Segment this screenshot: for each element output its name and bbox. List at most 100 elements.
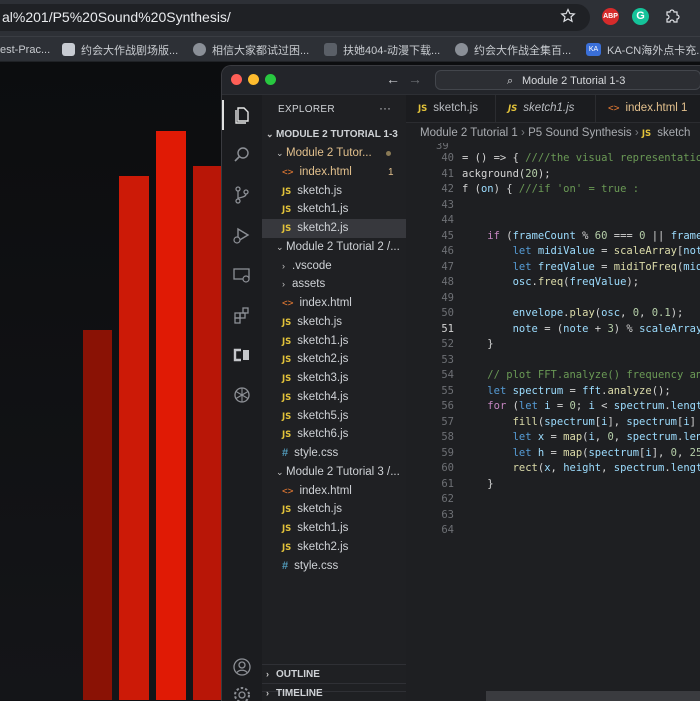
tree-item[interactable]: JS sketch1.js bbox=[262, 519, 406, 538]
tree-item[interactable]: › .vscode bbox=[262, 257, 406, 276]
code-line: let x = map(i, 0, spectrum.lengt bbox=[512, 431, 700, 443]
tree-item[interactable]: JS sketch2.js bbox=[262, 538, 406, 557]
line-number: 47 bbox=[441, 260, 454, 273]
breadcrumb: Module 2 Tutorial 1 › P5 Sound Synthesis… bbox=[406, 123, 700, 143]
tree-item[interactable]: JS sketch3.js bbox=[262, 369, 406, 388]
code-line: if (frameCount % 60 === 0 || frameCo bbox=[487, 229, 700, 242]
tree-item[interactable]: JS sketch1.js bbox=[262, 200, 406, 219]
tab-index-html[interactable]: <> index.html 1 bbox=[596, 95, 700, 122]
adblock-label: ABP bbox=[603, 13, 618, 20]
bookmark-3[interactable]: 相信大家都试过困... bbox=[193, 41, 309, 58]
line-number: 42 bbox=[441, 183, 454, 195]
code-line: // plot FFT.analyze() frequency anal bbox=[487, 369, 700, 381]
back-arrow-icon[interactable]: ← bbox=[386, 71, 400, 87]
tree-item[interactable]: # style.css bbox=[262, 557, 406, 576]
line-number: 50 bbox=[441, 307, 454, 319]
bookmark-1[interactable]: est-Prac... bbox=[0, 41, 50, 58]
tree-item[interactable]: ⌄ Module 2 Tutor... bbox=[262, 144, 406, 163]
remote-explorer-icon[interactable] bbox=[222, 261, 262, 289]
tree-item[interactable]: ⌄ Module 2 Tutorial 3 /... bbox=[262, 463, 406, 482]
spectrum-bar bbox=[156, 131, 186, 700]
command-center[interactable]: ⌕ Module 2 Tutorial 1-3 bbox=[435, 70, 700, 90]
settings-gear-icon[interactable] bbox=[222, 687, 262, 701]
outline-section[interactable]: › OUTLINE bbox=[262, 664, 406, 684]
tree-item[interactable]: <> index.html 1 bbox=[262, 163, 406, 182]
explorer-icon[interactable] bbox=[222, 101, 262, 129]
extensions-puzzle-icon[interactable] bbox=[664, 8, 680, 24]
tree-item-label: style.css bbox=[294, 447, 339, 459]
code-line: fill(spectrum[i], spectrum[i] / bbox=[512, 415, 696, 428]
tree-item[interactable]: JS sketch.js bbox=[262, 313, 406, 332]
workspace-root[interactable]: ⌄ MODULE 2 TUTORIAL 1-3 bbox=[262, 125, 406, 144]
tree-item[interactable]: JS sketch2.js bbox=[262, 219, 406, 238]
html-file-icon: <> bbox=[282, 166, 294, 178]
close-window-button[interactable] bbox=[231, 74, 242, 85]
tree-item[interactable]: JS sketch6.js bbox=[262, 425, 406, 444]
code-line: for (let i = 0; i < spectrum.length bbox=[487, 400, 700, 412]
bookmark-label: 约会大作战全集百... bbox=[474, 44, 572, 57]
globe-icon bbox=[193, 43, 206, 56]
breadcrumb-item[interactable]: Module 2 Tutorial 1 bbox=[420, 127, 518, 139]
tab-sketch1-js[interactable]: JS sketch1.js bbox=[496, 95, 596, 122]
extensions-icon[interactable] bbox=[222, 301, 262, 329]
bookmark-2[interactable]: 约会大作战剧场版... bbox=[62, 41, 178, 58]
timeline-section[interactable]: › TIMELINE bbox=[262, 683, 406, 701]
code-line: let freqValue = midiToFreq(midiV bbox=[512, 260, 700, 273]
tree-item-label: Module 2 Tutor... bbox=[286, 147, 372, 159]
tree-item[interactable]: ⌄ Module 2 Tutorial 2 /... bbox=[262, 238, 406, 257]
tree-item[interactable]: › assets bbox=[262, 275, 406, 294]
chatgpt-icon[interactable] bbox=[222, 381, 262, 409]
bookmark-4[interactable]: 扶她404-动漫下载... bbox=[324, 41, 440, 58]
tree-item[interactable]: JS sketch4.js bbox=[262, 388, 406, 407]
run-debug-icon[interactable] bbox=[222, 221, 262, 249]
code-line: let h = map(spectrum[i], 0, 255, bbox=[512, 446, 700, 459]
tree-item-label: sketch2.js bbox=[297, 222, 349, 234]
breadcrumb-item[interactable]: P5 Sound Synthesis bbox=[528, 127, 632, 139]
url-field[interactable]: al%201/P5%20Sound%20Synthesis/ bbox=[0, 4, 590, 31]
js-file-icon: JS bbox=[282, 224, 292, 234]
line-number: 44 bbox=[441, 214, 454, 226]
line-number: 57 bbox=[441, 415, 454, 428]
chevron-right-icon: › bbox=[634, 127, 639, 139]
bookmark-label: KA-CN海外点卡充... bbox=[607, 44, 700, 57]
explorer-more-button[interactable]: ··· bbox=[379, 101, 391, 115]
code-line: osc.freq(freqValue); bbox=[512, 276, 640, 288]
tree-item-label: Module 2 Tutorial 3 /... bbox=[286, 465, 400, 478]
tree-item[interactable]: JS sketch2.js bbox=[262, 350, 406, 369]
tree-item[interactable]: <> index.html bbox=[262, 294, 406, 313]
js-file-icon: JS bbox=[282, 430, 292, 441]
tree-item[interactable]: <> index.html bbox=[262, 482, 406, 501]
tree-item[interactable]: JS sketch5.js bbox=[262, 407, 406, 426]
tree-item-label: index.html bbox=[299, 165, 352, 178]
bookmark-6[interactable]: KA KA-CN海外点卡充... bbox=[586, 41, 700, 58]
css-file-icon: # bbox=[282, 447, 289, 459]
bookmark-star-icon[interactable] bbox=[560, 8, 576, 24]
minimize-window-button[interactable] bbox=[248, 74, 259, 85]
account-icon[interactable] bbox=[222, 653, 262, 681]
tree-item[interactable]: # style.css bbox=[262, 444, 406, 463]
tree-item[interactable]: JS sketch1.js bbox=[262, 332, 406, 351]
search-icon[interactable] bbox=[222, 141, 262, 169]
adblock-extension-icon[interactable]: ABP bbox=[602, 8, 619, 25]
problem-count-badge: 1 bbox=[388, 166, 394, 178]
tree-item-label: sketch.js bbox=[297, 503, 343, 516]
breadcrumb-item[interactable]: sketch bbox=[657, 127, 690, 139]
code-line: note = (note + 3) % scaleArray.l bbox=[512, 322, 700, 335]
source-control-icon[interactable] bbox=[222, 181, 262, 209]
vscode-window: ← → ⌕ Module 2 Tutorial 1-3 EXPLORER ···… bbox=[221, 65, 700, 701]
js-file-icon: JS bbox=[282, 336, 292, 347]
tree-item-label: .vscode bbox=[292, 259, 332, 272]
tree-item[interactable]: JS sketch.js bbox=[262, 500, 406, 519]
html-file-icon: <> bbox=[608, 103, 620, 114]
command-center-label: Module 2 Tutorial 1-3 bbox=[522, 75, 626, 87]
forward-arrow-icon[interactable]: → bbox=[408, 71, 422, 87]
chevron-down-icon: ⌄ bbox=[276, 148, 284, 158]
maximize-window-button[interactable] bbox=[265, 74, 276, 85]
tab-sketch-js[interactable]: JS sketch.js bbox=[406, 95, 496, 122]
tree-item[interactable]: JS sketch.js bbox=[262, 182, 406, 201]
grammarly-extension-icon[interactable]: G bbox=[632, 8, 649, 25]
line-number: 55 bbox=[441, 384, 454, 397]
bookmark-5[interactable]: 约会大作战全集百... bbox=[455, 41, 571, 58]
js-file-icon: JS bbox=[282, 392, 292, 403]
c-extension-icon[interactable] bbox=[222, 341, 262, 369]
